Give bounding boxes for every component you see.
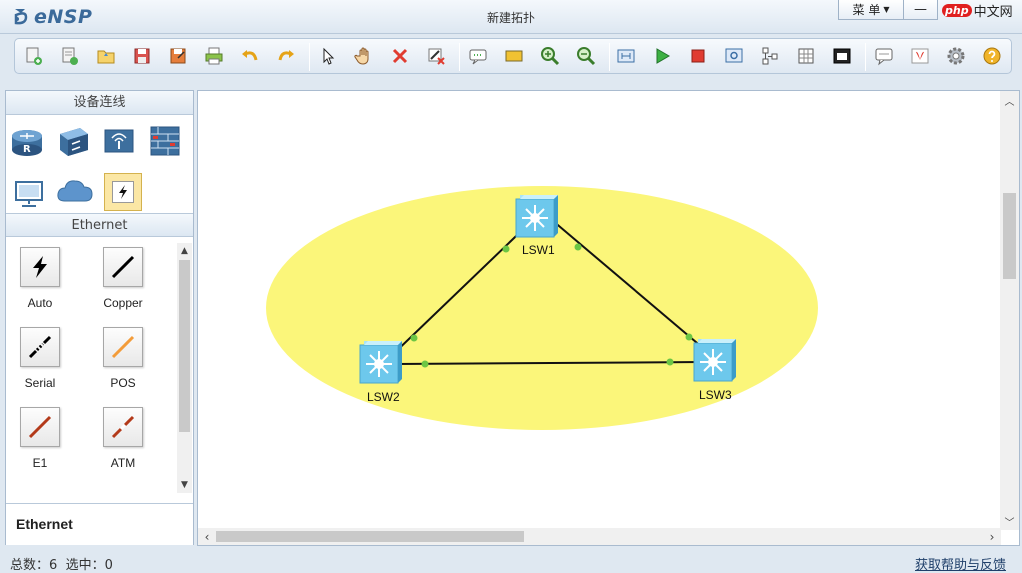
total-count: 6 bbox=[49, 558, 58, 573]
cable-label: Serial bbox=[24, 376, 56, 390]
huawei-icon[interactable] bbox=[909, 45, 931, 67]
cable-item-copper[interactable]: Copper bbox=[86, 247, 156, 317]
settings-icon[interactable] bbox=[945, 45, 967, 67]
topology-drawing bbox=[266, 186, 818, 430]
grid-icon[interactable] bbox=[795, 45, 817, 67]
brand-text: 中文网 bbox=[973, 4, 1013, 20]
switch-lsw3-icon[interactable] bbox=[693, 339, 736, 382]
palette-icon[interactable] bbox=[503, 45, 525, 67]
auto-cable-icon[interactable] bbox=[20, 247, 60, 287]
cable-label: ATM bbox=[110, 456, 136, 470]
total-label: 总数： bbox=[10, 558, 50, 573]
cable-item-pos[interactable]: POS bbox=[86, 327, 156, 397]
port-indicator bbox=[666, 358, 674, 366]
svg-text:R: R bbox=[23, 144, 31, 155]
scroll-left-icon[interactable]: ‹ bbox=[198, 528, 216, 545]
caret-down-icon: ▼ bbox=[883, 5, 890, 14]
cloud-icon[interactable] bbox=[56, 175, 93, 209]
port-indicator bbox=[421, 360, 429, 368]
selected-label: 选中： bbox=[65, 558, 105, 573]
cable-label: Auto bbox=[27, 296, 53, 310]
scroll-down-icon[interactable]: ﹀ bbox=[1000, 512, 1019, 530]
firewall-icon[interactable] bbox=[148, 124, 182, 158]
brand-watermark: php 中文网 bbox=[940, 0, 1022, 20]
port-indicator bbox=[685, 333, 693, 341]
menu-label: 菜 单 bbox=[852, 3, 881, 17]
pos-cable-icon[interactable] bbox=[103, 327, 143, 367]
main-toolbar bbox=[14, 38, 1012, 74]
cable-label: E1 bbox=[32, 456, 48, 470]
scroll-thumb[interactable] bbox=[179, 260, 190, 432]
save-icon[interactable] bbox=[131, 45, 153, 67]
cable-list-scrollbar[interactable]: ▲ ▼ bbox=[177, 243, 192, 493]
port-indicator bbox=[410, 334, 418, 342]
text-note-icon[interactable] bbox=[467, 45, 489, 67]
cable-item-serial[interactable]: Serial bbox=[3, 327, 73, 397]
e1-cable-icon[interactable] bbox=[20, 407, 60, 447]
forum-icon[interactable] bbox=[873, 45, 895, 67]
delete-icon[interactable] bbox=[389, 45, 411, 67]
device-section-title: 设备连线 bbox=[6, 91, 193, 115]
canvas-horizontal-scrollbar[interactable]: ‹ › bbox=[198, 528, 1001, 545]
scroll-up-icon[interactable]: ▲ bbox=[177, 243, 192, 259]
help-feedback-link[interactable]: 获取帮助与反馈 bbox=[915, 554, 1006, 573]
switch-lsw2-icon[interactable] bbox=[359, 341, 402, 384]
start-device-icon[interactable] bbox=[651, 45, 673, 67]
zoom-in-icon[interactable] bbox=[539, 45, 561, 67]
stop-device-icon[interactable] bbox=[687, 45, 709, 67]
atm-cable-icon[interactable] bbox=[103, 407, 143, 447]
scroll-down-icon[interactable]: ▼ bbox=[177, 477, 192, 493]
pan-hand-icon[interactable] bbox=[353, 45, 375, 67]
horizontal-scroll-thumb[interactable] bbox=[216, 531, 524, 542]
cable-section-title: Ethernet bbox=[6, 213, 193, 237]
new-example-icon[interactable] bbox=[59, 45, 81, 67]
scroll-right-icon[interactable]: › bbox=[983, 528, 1001, 545]
print-icon[interactable] bbox=[203, 45, 225, 67]
brand-php-logo: php bbox=[942, 3, 972, 17]
serial-cable-icon[interactable] bbox=[20, 327, 60, 367]
connection-category-icon[interactable] bbox=[104, 173, 142, 211]
title-bar: eNSP 新建拓扑 菜 单 ▼ — php 中文网 bbox=[0, 0, 1022, 34]
undo-icon[interactable] bbox=[239, 45, 261, 67]
help-icon[interactable] bbox=[981, 45, 1003, 67]
redo-icon[interactable] bbox=[275, 45, 297, 67]
cable-item-auto[interactable]: Auto bbox=[3, 247, 73, 317]
router-icon[interactable]: R bbox=[10, 124, 44, 158]
node-label-lsw3[interactable]: LSW3 bbox=[699, 388, 732, 402]
copper-cable-icon[interactable] bbox=[103, 247, 143, 287]
selected-category-label: Ethernet bbox=[6, 503, 193, 545]
status-counts: 总数：6 选中：0 bbox=[10, 554, 113, 573]
screenshot-icon[interactable] bbox=[831, 45, 853, 67]
new-topology-icon[interactable] bbox=[23, 45, 45, 67]
node-label-lsw2[interactable]: LSW2 bbox=[367, 390, 400, 404]
switch-icon[interactable] bbox=[56, 124, 90, 158]
canvas-vertical-scrollbar[interactable]: ︿ ﹀ bbox=[1000, 91, 1019, 530]
cable-item-atm[interactable]: ATM bbox=[86, 407, 156, 477]
status-bar: 总数：6 选中：0 获取帮助与反馈 bbox=[0, 551, 1022, 573]
cable-label: Copper bbox=[103, 296, 143, 310]
menu-button[interactable]: 菜 单 ▼ bbox=[838, 0, 904, 20]
node-label-lsw1[interactable]: LSW1 bbox=[522, 243, 555, 257]
topology-icon[interactable] bbox=[759, 45, 781, 67]
wireless-icon[interactable] bbox=[102, 124, 136, 158]
select-icon[interactable] bbox=[317, 45, 339, 67]
selected-count: 0 bbox=[104, 558, 113, 573]
topology-canvas[interactable]: LSW1 LSW2 LSW3 ︿ ﹀ ‹ › bbox=[197, 90, 1020, 546]
capture-icon[interactable] bbox=[723, 45, 745, 67]
zoom-out-icon[interactable] bbox=[575, 45, 597, 67]
device-panel: 设备连线 R Ethernet Auto Copper Serial POS E1 ATM… bbox=[5, 90, 194, 545]
port-indicator bbox=[502, 245, 510, 253]
minimize-button[interactable]: — bbox=[904, 0, 938, 20]
port-indicator bbox=[574, 243, 582, 251]
cable-label: POS bbox=[110, 376, 136, 390]
pc-icon[interactable] bbox=[12, 177, 46, 211]
save-as-icon[interactable] bbox=[167, 45, 189, 67]
vertical-scroll-thumb[interactable] bbox=[1003, 193, 1016, 279]
scroll-up-icon[interactable]: ︿ bbox=[1000, 91, 1019, 109]
open-icon[interactable] bbox=[95, 45, 117, 67]
delete-all-links-icon[interactable] bbox=[425, 45, 447, 67]
fit-window-icon[interactable] bbox=[615, 45, 637, 67]
switch-lsw1-icon[interactable] bbox=[515, 195, 558, 238]
cable-item-e1[interactable]: E1 bbox=[3, 407, 73, 477]
